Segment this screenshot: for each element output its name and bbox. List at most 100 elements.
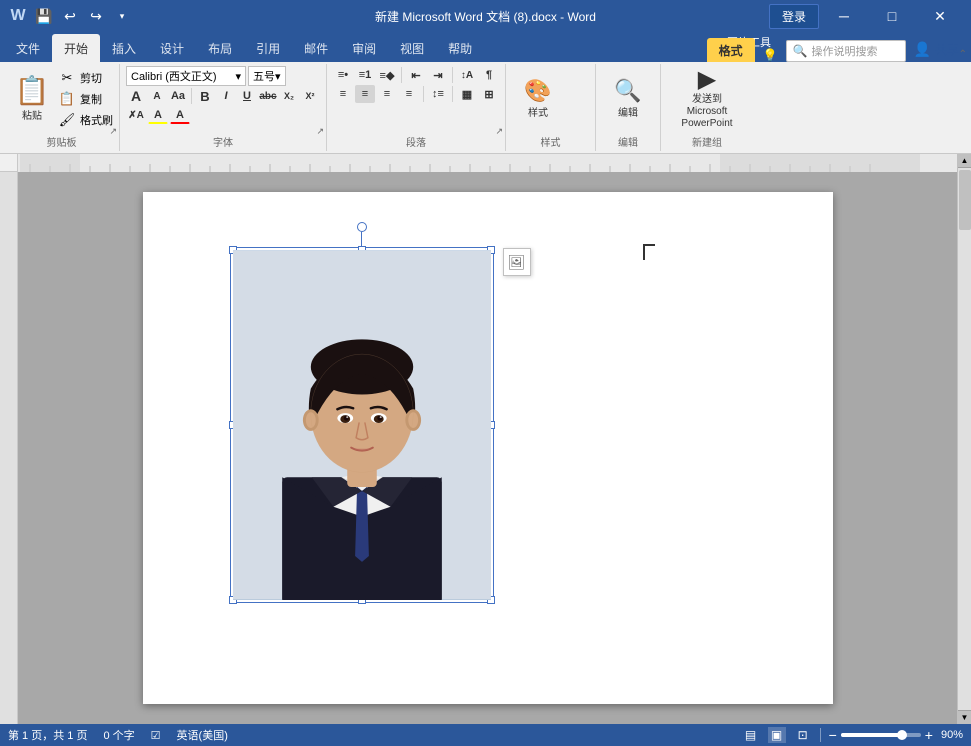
- login-button[interactable]: 登录: [769, 4, 819, 29]
- tab-references[interactable]: 引用: [244, 34, 292, 62]
- window-title: 新建 Microsoft Word 文档 (8).docx - Word: [375, 8, 596, 25]
- font-grow-button[interactable]: A: [126, 87, 146, 105]
- close-button[interactable]: ✕: [917, 0, 963, 32]
- tab-home[interactable]: 开始: [52, 34, 100, 62]
- status-separator: [820, 728, 821, 742]
- indent-dec-button[interactable]: ⇤: [406, 66, 426, 84]
- editing-icon: 🔍: [614, 80, 641, 102]
- align-center-button[interactable]: ≡: [355, 85, 375, 103]
- search-input[interactable]: 🔍 操作说明搜索: [786, 40, 906, 62]
- font-group: Calibri (西文正文) ▾ 五号 ▾ A A Aa B I U: [120, 64, 327, 151]
- horizontal-ruler: [18, 154, 957, 172]
- italic-button[interactable]: I: [216, 87, 236, 105]
- tab-file[interactable]: 文件: [4, 34, 52, 62]
- tab-view[interactable]: 视图: [388, 34, 436, 62]
- tab-review[interactable]: 审阅: [340, 34, 388, 62]
- font-color-button[interactable]: A: [170, 106, 190, 124]
- subscript-button[interactable]: X₂: [279, 87, 299, 105]
- qa-dropdown-button[interactable]: ▾: [112, 6, 132, 26]
- tab-help[interactable]: 帮助: [436, 34, 484, 62]
- rotate-handle[interactable]: [357, 222, 367, 248]
- bullets-button[interactable]: ≡•: [333, 66, 353, 84]
- text-cursor-indicator: [643, 244, 655, 260]
- vertical-scrollbar[interactable]: ▲ ▼: [957, 154, 971, 724]
- tab-format[interactable]: 格式: [707, 38, 755, 62]
- clipboard-label: 剪贴板: [10, 132, 113, 149]
- editing-button[interactable]: 🔍 编辑: [602, 66, 654, 132]
- ruler-markings: [20, 154, 957, 172]
- styles-group: 🎨 样式 样式: [506, 64, 596, 151]
- zoom-in-button[interactable]: +: [925, 727, 933, 743]
- font-label: 字体: [126, 132, 320, 149]
- paragraph-expand[interactable]: ↗: [495, 126, 503, 137]
- title-bar-left: W 💾 ↩ ↪ ▾: [8, 6, 132, 26]
- align-left-button[interactable]: ≡: [333, 85, 353, 103]
- language: 英语(美国): [177, 727, 228, 743]
- cut-button[interactable]: ✂: [56, 68, 78, 88]
- font-expand[interactable]: ↗: [316, 126, 324, 137]
- help-icon[interactable]: 💡: [755, 48, 786, 62]
- strikethrough-button[interactable]: abc: [258, 87, 278, 105]
- paste-icon: 📋: [15, 77, 50, 105]
- font-shrink-button[interactable]: A: [147, 87, 167, 105]
- ribbon-tabs: 文件 开始 插入 设计 布局 引用 邮件 审阅 视图 帮助 图片工具 格式 💡 …: [0, 32, 971, 62]
- scroll-up-button[interactable]: ▲: [958, 154, 971, 168]
- undo-qa-button[interactable]: ↩: [60, 6, 80, 26]
- rotate-circle: [357, 222, 367, 232]
- left-ruler: [0, 154, 18, 724]
- show-para-button[interactable]: ¶: [479, 66, 499, 84]
- send-ppt-group: ▶ 发送到 Microsoft PowerPoint 新建组: [661, 64, 753, 151]
- tab-insert[interactable]: 插入: [100, 34, 148, 62]
- copy-button[interactable]: 📋: [56, 89, 78, 109]
- format-painter-button[interactable]: 🖌: [56, 110, 78, 130]
- line-spacing-button[interactable]: ↕≡: [428, 85, 448, 103]
- tab-design[interactable]: 设计: [148, 34, 196, 62]
- window-controls: 登录 ─ □ ✕: [769, 0, 963, 32]
- redo-qa-button[interactable]: ↪: [86, 6, 106, 26]
- save-qa-button[interactable]: 💾: [34, 6, 54, 26]
- minimize-button[interactable]: ─: [821, 0, 867, 32]
- underline-button[interactable]: U: [237, 87, 257, 105]
- copy-label: 复制: [80, 91, 102, 107]
- bold-button[interactable]: B: [195, 87, 215, 105]
- web-view-button[interactable]: ⊡: [794, 727, 812, 743]
- scroll-down-button[interactable]: ▼: [958, 710, 971, 724]
- image-layout-popup[interactable]: 🖼: [503, 248, 531, 276]
- multilevel-button[interactable]: ≡◆: [377, 66, 397, 84]
- scroll-thumb[interactable]: [959, 170, 971, 230]
- format-painter-label: 格式刷: [80, 112, 113, 128]
- case-button[interactable]: Aa: [168, 87, 188, 105]
- print-layout-button[interactable]: ▤: [742, 727, 760, 743]
- styles-button[interactable]: 🎨 样式: [512, 66, 564, 132]
- reading-view-button[interactable]: ▣: [768, 727, 786, 743]
- indent-inc-button[interactable]: ⇥: [428, 66, 448, 84]
- font-size-selector[interactable]: 五号 ▾: [248, 66, 286, 86]
- clipboard-group: 📋 粘贴 ✂ 剪切 📋 复制 🖌 格式刷: [4, 64, 120, 151]
- zoom-slider-track[interactable]: [841, 733, 921, 737]
- shading-button[interactable]: ▦: [457, 85, 477, 103]
- highlight-button[interactable]: A: [148, 106, 168, 124]
- zoom-slider-fill: [841, 733, 901, 737]
- image-container[interactable]: 🖼: [231, 248, 493, 602]
- document-page: 🖼: [143, 192, 833, 704]
- tab-layout[interactable]: 布局: [196, 34, 244, 62]
- status-bar: 第 1 页，共 1 页 0 个字 ☑ 英语(美国) ▤ ▣ ⊡ − + 90%: [0, 724, 971, 746]
- sort-button[interactable]: ↕A: [457, 66, 477, 84]
- clear-format-button[interactable]: ✗A: [126, 106, 146, 124]
- ribbon-body: 📋 粘贴 ✂ 剪切 📋 复制 🖌 格式刷: [0, 62, 971, 154]
- tab-mailings[interactable]: 邮件: [292, 34, 340, 62]
- send-ppt-label: 新建组: [667, 132, 747, 149]
- zoom-out-button[interactable]: −: [829, 727, 837, 743]
- clipboard-expand[interactable]: ↗: [109, 126, 117, 137]
- justify-button[interactable]: ≡: [399, 85, 419, 103]
- maximize-button[interactable]: □: [869, 0, 915, 32]
- paste-button[interactable]: 📋 粘贴: [10, 67, 54, 131]
- borders-button[interactable]: ⊞: [479, 85, 499, 103]
- font-name-selector[interactable]: Calibri (西文正文) ▾: [126, 66, 246, 86]
- superscript-button[interactable]: X²: [300, 87, 320, 105]
- send-ppt-button[interactable]: ▶ 发送到 Microsoft PowerPoint: [667, 66, 747, 132]
- numbering-button[interactable]: ≡1: [355, 66, 375, 84]
- align-right-button[interactable]: ≡: [377, 85, 397, 103]
- page-scroll-area[interactable]: 🖼: [18, 172, 957, 724]
- ribbon-collapse-button[interactable]: ⌃: [959, 49, 967, 60]
